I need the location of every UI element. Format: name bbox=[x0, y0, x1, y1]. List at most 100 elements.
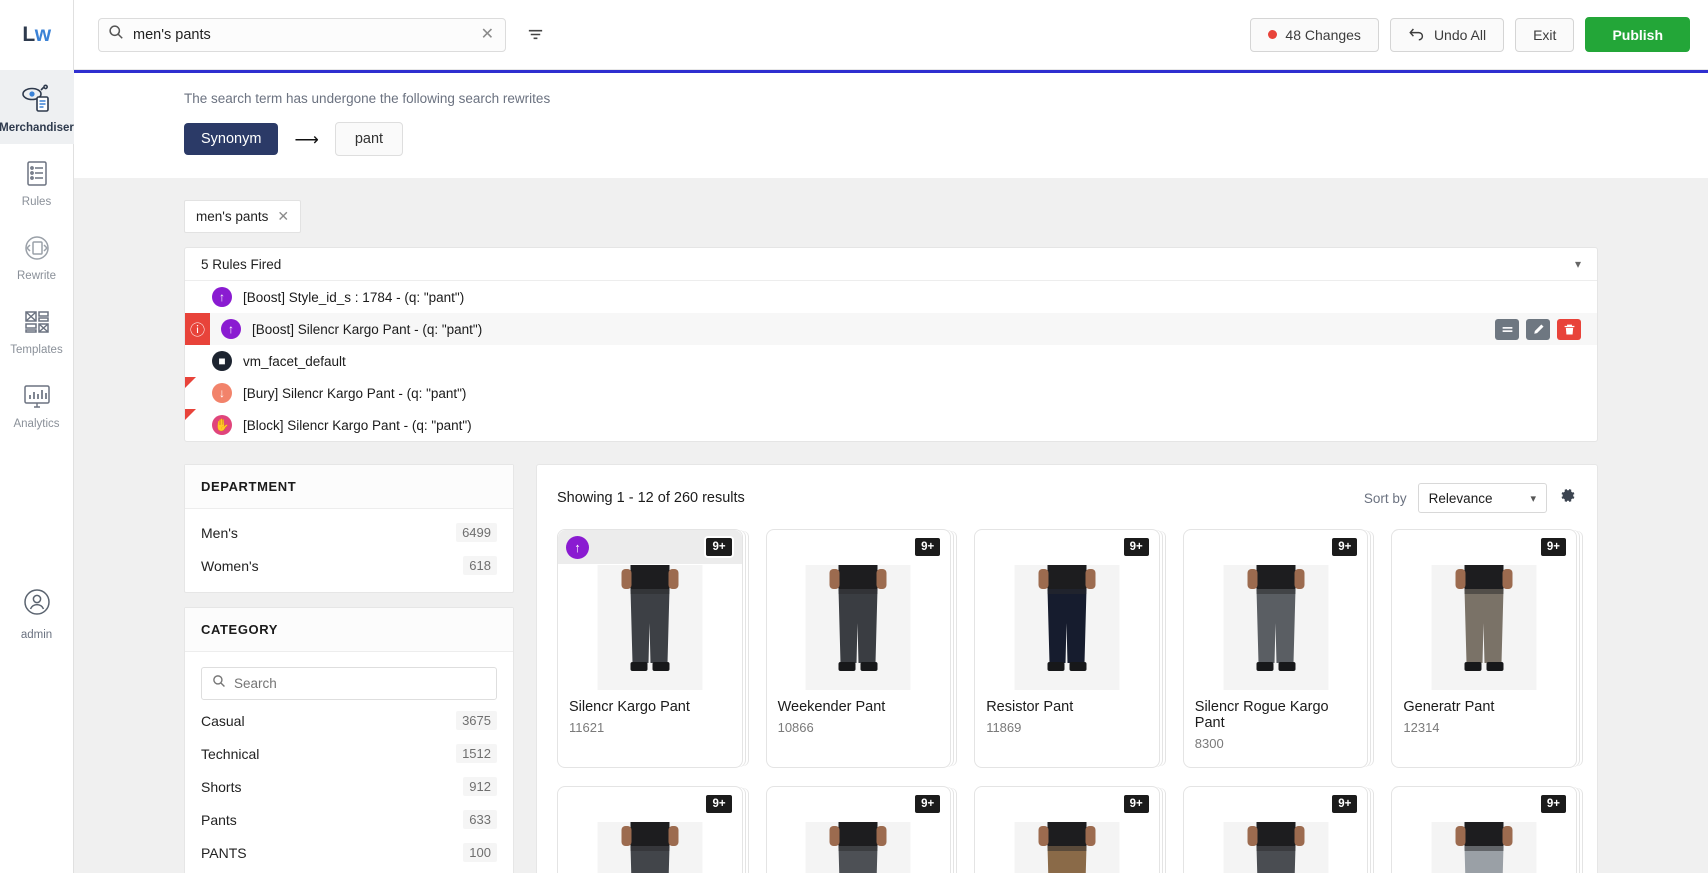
rule-row[interactable]: ↑ [Boost] Style_id_s : 1784 - (q: "pant") bbox=[185, 281, 1597, 313]
position-badge[interactable]: 9+ bbox=[913, 536, 943, 558]
results-panel: Showing 1 - 12 of 260 results Sort by Re… bbox=[536, 464, 1598, 873]
rules-icon bbox=[20, 157, 54, 191]
product-card[interactable]: 9+ Weekender Pant 10866 bbox=[765, 529, 952, 768]
rule-row[interactable]: ✋ [Block] Silencr Kargo Pant - (q: "pant"… bbox=[185, 409, 1597, 441]
rule-label: [Boost] Style_id_s : 1784 - (q: "pant") bbox=[243, 289, 465, 305]
position-badge[interactable]: 9+ bbox=[704, 536, 734, 558]
edit-pencil-icon[interactable] bbox=[1526, 318, 1550, 340]
search-input[interactable] bbox=[133, 26, 470, 43]
clear-search-icon[interactable]: ✕ bbox=[479, 26, 496, 43]
rules-fired-header[interactable]: 5 Rules Fired ▾ bbox=[185, 248, 1597, 281]
delete-trash-icon[interactable] bbox=[1557, 318, 1581, 340]
position-badge[interactable]: 9+ bbox=[1330, 536, 1360, 558]
position-badge[interactable]: 9+ bbox=[1538, 793, 1568, 815]
product-image-wrap: 9+ bbox=[1392, 530, 1576, 690]
sort-by-select[interactable]: Relevance ▾ bbox=[1417, 483, 1547, 513]
search-box[interactable]: ✕ bbox=[98, 17, 506, 52]
facet-search-box[interactable] bbox=[201, 667, 497, 700]
facet-item[interactable]: Pants 633 bbox=[185, 803, 513, 836]
product-title: Weekender Pant bbox=[777, 699, 886, 715]
product-sku: 12314 bbox=[1403, 720, 1440, 735]
sidebar-item-analytics[interactable]: Analytics bbox=[0, 366, 74, 440]
facet-item-label: Women's bbox=[201, 557, 259, 574]
product-image bbox=[1223, 565, 1329, 690]
rule-row[interactable]: ■ vm_facet_default bbox=[185, 345, 1597, 377]
position-badge[interactable]: 9+ bbox=[1121, 536, 1151, 558]
product-card[interactable]: 9+ Silencr Rogue Kargo Pant 8300 bbox=[1182, 529, 1369, 768]
show-more-link[interactable]: Show More bbox=[185, 869, 513, 873]
user-menu[interactable]: admin bbox=[0, 585, 74, 641]
publish-button[interactable]: Publish bbox=[1585, 17, 1690, 52]
product-image bbox=[597, 565, 703, 690]
filter-icon[interactable] bbox=[526, 25, 545, 44]
close-icon[interactable]: ✕ bbox=[277, 208, 289, 225]
gear-icon[interactable] bbox=[1558, 486, 1577, 510]
rewrite-type-badge[interactable]: Synonym bbox=[184, 123, 279, 155]
facet-search-input[interactable] bbox=[234, 676, 486, 691]
product-card[interactable]: 9+ bbox=[1182, 786, 1369, 873]
product-sku: 10866 bbox=[777, 720, 814, 735]
rule-label: [Boost] Silencr Kargo Pant - (q: "pant") bbox=[252, 321, 483, 337]
results-controls: Sort by Relevance ▾ bbox=[1364, 483, 1577, 513]
product-card[interactable]: 9+ bbox=[557, 786, 743, 873]
sidebar-item-rules[interactable]: Rules bbox=[0, 144, 74, 218]
position-badge[interactable]: 9+ bbox=[1121, 793, 1151, 815]
sidebar-item-merchandiser[interactable]: Merchandiser bbox=[0, 70, 74, 144]
reorder-handle-icon[interactable] bbox=[1495, 318, 1519, 340]
position-badge[interactable]: 9+ bbox=[1330, 793, 1360, 815]
exit-label: Exit bbox=[1533, 26, 1557, 43]
product-card[interactable]: 9+ Generatr Pant 12314 bbox=[1391, 529, 1577, 768]
facet-item[interactable]: Technical 1512 bbox=[185, 737, 513, 770]
rewrite-icon bbox=[20, 231, 54, 265]
rewrite-output-token[interactable]: pant bbox=[334, 122, 404, 156]
chevron-down-icon[interactable]: ▾ bbox=[1575, 257, 1581, 271]
product-card[interactable]: 9+ ↑ Silencr Kargo Pant 11621 bbox=[557, 529, 743, 768]
query-chip[interactable]: men's pants ✕ bbox=[184, 200, 302, 233]
facet-item[interactable]: Casual 3675 bbox=[185, 704, 513, 737]
logo-letter-w: w bbox=[34, 23, 51, 46]
rule-row[interactable]: ⓘ ↑ [Boost] Silencr Kargo Pant - (q: "pant… bbox=[185, 313, 1597, 345]
product-image bbox=[1431, 822, 1537, 873]
product-card[interactable]: 9+ Resistor Pant 11869 bbox=[974, 529, 1160, 768]
product-title: Silencr Rogue Kargo Pant bbox=[1194, 699, 1329, 731]
facet-item-count: 1512 bbox=[456, 744, 497, 763]
facet-item[interactable]: Shorts 912 bbox=[185, 770, 513, 803]
facet-item-count: 912 bbox=[463, 777, 497, 796]
rules-fired-label: 5 Rules Fired bbox=[201, 256, 282, 272]
position-badge[interactable]: 9+ bbox=[1538, 536, 1568, 558]
product-image-wrap: 9+ bbox=[767, 530, 951, 690]
modified-corner-marker bbox=[185, 377, 196, 388]
facet-item[interactable]: PANTS 100 bbox=[185, 836, 513, 869]
facet-item[interactable]: Men's 6499 bbox=[185, 516, 513, 549]
undo-icon bbox=[1408, 26, 1426, 44]
undo-all-button[interactable]: Undo All bbox=[1389, 17, 1505, 52]
product-card[interactable]: 9+ bbox=[974, 786, 1160, 873]
position-badge[interactable]: 9+ bbox=[913, 793, 943, 815]
rule-row[interactable]: ↓ [Bury] Silencr Kargo Pant - (q: "pant") bbox=[185, 377, 1597, 409]
app-logo[interactable]: Lw bbox=[0, 0, 73, 70]
rule-label: [Bury] Silencr Kargo Pant - (q: "pant") bbox=[243, 385, 467, 401]
facet-item[interactable]: Women's 618 bbox=[185, 549, 513, 582]
sidebar-item-rewrite[interactable]: Rewrite bbox=[0, 218, 74, 292]
product-card[interactable]: 9+ bbox=[765, 786, 952, 873]
product-info: Resistor Pant 11869 bbox=[975, 690, 1159, 751]
product-card[interactable]: 9+ bbox=[1391, 786, 1577, 873]
boost-badge-icon[interactable]: ↑ bbox=[566, 535, 589, 559]
rule-label: [Block] Silencr Kargo Pant - (q: "pant") bbox=[243, 417, 472, 433]
facet-item-count: 3675 bbox=[456, 711, 497, 730]
product-sku: 11621 bbox=[569, 720, 605, 735]
sidebar-item-templates[interactable]: Templates bbox=[0, 292, 74, 366]
product-sku: 8300 bbox=[1194, 736, 1224, 751]
rules-list: ↑ [Boost] Style_id_s : 1784 - (q: "pant")… bbox=[185, 281, 1597, 441]
query-chip-row: men's pants ✕ bbox=[74, 178, 1708, 233]
rule-type-block-icon: ✋ bbox=[212, 415, 232, 435]
facet-body: Men's 6499 Women's 618 bbox=[185, 509, 513, 592]
rule-type-bury-icon: ↓ bbox=[212, 383, 232, 403]
position-badge[interactable]: 9+ bbox=[704, 793, 734, 815]
main-column: ✕ 48 Changes Undo All bbox=[74, 0, 1708, 873]
query-chip-label: men's pants bbox=[196, 209, 269, 224]
rewrites-panel: The search term has undergone the follow… bbox=[74, 73, 1708, 178]
facet-item-count: 633 bbox=[463, 810, 497, 829]
exit-button[interactable]: Exit bbox=[1515, 17, 1575, 52]
changes-button[interactable]: 48 Changes bbox=[1250, 17, 1379, 52]
